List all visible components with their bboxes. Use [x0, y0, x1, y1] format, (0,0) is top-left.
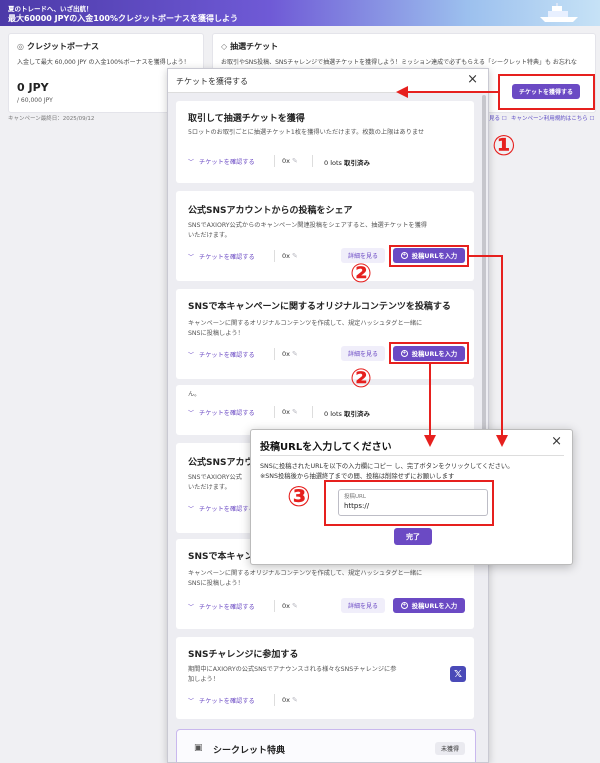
confirm-ticket-toggle[interactable]: ﹀ チケットを確認する: [188, 405, 255, 419]
ticket-count: 0x ✎: [282, 350, 298, 358]
ticket-count: 0x ✎: [282, 252, 298, 260]
ticket-count: 0x ✎: [282, 408, 298, 416]
complete-button[interactable]: 完了: [394, 528, 432, 545]
section-title: 取引して抽選チケットを獲得: [188, 114, 305, 124]
annotation-number-1: ①: [492, 129, 516, 162]
terms-link[interactable]: キャンペーン利用規約はこちら ☐: [511, 114, 594, 122]
credit-bonus-max: / 60,000 JPY: [17, 97, 53, 104]
ticket-count: 0x ✎: [282, 602, 298, 610]
chevron-down-icon: ﹀: [188, 505, 195, 513]
modal-title: チケットを獲得する: [176, 77, 248, 86]
confirm-ticket-toggle[interactable]: ﹀ チケットを確認する: [188, 501, 255, 515]
section-desc: 期間中にAXIORYの公式SNSでアナウンスされる様々なSNSチャレンジに参 加…: [188, 666, 397, 683]
section-desc: キャンペーンに関するオリジナルコンテンツを作成して、規定ハッシュタグと一緒に S…: [188, 320, 423, 337]
annotation-box-url-field: [324, 480, 494, 526]
section-title: SNSで本キャン: [188, 552, 254, 562]
campaign-end-date: キャンペーン最終日：2025/09/12: [8, 116, 95, 122]
ticket-icon: ✎: [291, 696, 298, 704]
annotation-box-get-ticket: [498, 74, 595, 110]
section-desc: SNSでAXIORY公式 いただけます。: [188, 474, 242, 491]
section-title: SNSチャレンジに参加する: [188, 650, 299, 660]
status-badge: 未獲得: [434, 742, 465, 755]
divider: [274, 250, 275, 262]
ticket-icon: ✎: [291, 602, 298, 610]
divider: [312, 155, 313, 167]
confirm-ticket-toggle[interactable]: ﹀ チケットを確認する: [188, 693, 255, 707]
url-modal-note: ※SNS投稿後から抽選終了までの間、投稿は削除せずにお願いします: [260, 473, 455, 480]
secret-bonus-title: シークレット特典: [213, 746, 286, 756]
section-title: 公式SNSアカウ: [188, 458, 254, 468]
divider: [312, 406, 313, 418]
trade-ticket-section: 取引して抽選チケットを獲得 5ロットのお取引ごとに抽選チケット1枚を獲得いただけ…: [176, 101, 474, 183]
chevron-down-icon: ﹀: [188, 253, 195, 261]
url-modal-instructions: SNSに投稿されたURLを以下の入力欄にコピー し、完了ボタンをクリックしてくだ…: [260, 463, 514, 470]
details-button[interactable]: 詳細を見る: [341, 598, 385, 613]
campaign-banner[interactable]: 夏のトレードへ、いざ出航！ 最大60000 JPYの入金100%クレジットボーナ…: [0, 0, 600, 26]
divider: [274, 694, 275, 706]
section-title: SNSで本キャンペーンに関するオリジナルコンテンツを投稿する: [188, 302, 451, 312]
chevron-down-icon: ﹀: [188, 158, 195, 166]
chevron-down-icon: ﹀: [188, 697, 195, 705]
chevron-down-icon: ﹀: [188, 603, 195, 611]
see-more-link[interactable]: 見る ☐: [489, 114, 507, 122]
divider: [274, 406, 275, 418]
divider: [274, 600, 275, 612]
annotation-box-url-button-1: [389, 245, 469, 267]
treasure-chest-icon: ▣: [194, 743, 203, 753]
confirm-ticket-toggle[interactable]: ﹀ チケットを確認する: [188, 347, 255, 361]
section-title: 公式SNSアカウントからの投稿をシェア: [188, 206, 353, 216]
chevron-down-icon: ﹀: [188, 409, 195, 417]
section-desc: ん。: [188, 391, 201, 398]
chevron-down-icon: ﹀: [188, 351, 195, 359]
close-icon[interactable]: ×: [467, 72, 478, 87]
section-desc: キャンペーンに関するオリジナルコンテンツを作成して、規定ハッシュタグと一緒に S…: [188, 570, 423, 587]
ship-icon: [540, 3, 578, 22]
section-desc: 5ロットのお取引ごとに抽選チケット1枚を獲得いただけます。枚数の上限はありませ: [188, 129, 425, 136]
ticket-icon: ✎: [291, 157, 298, 165]
enter-url-button[interactable]: + 投稿URLを入力: [393, 598, 465, 613]
ticket-icon: ✎: [291, 408, 298, 416]
annotation-number-2a: ②: [350, 259, 373, 289]
ticket-count: 0x ✎: [282, 696, 298, 704]
credit-bonus-title: クレジットボーナス: [26, 42, 99, 51]
ticket-count: 0x ✎: [282, 157, 298, 165]
section-desc: SNSでAXIORY公式からのキャンペーン関連投稿をシェアすると、抽選チケットを…: [188, 222, 427, 239]
ticket-icon: ✎: [291, 252, 298, 260]
url-modal-title: 投稿URLを入力してください: [260, 442, 392, 453]
trade-ticket-section-repeat: ん。 ﹀ チケットを確認する 0x ✎ 0 lots 取引済み: [176, 385, 474, 435]
confirm-ticket-toggle[interactable]: ﹀ チケットを確認する: [188, 599, 255, 613]
secret-bonus-card[interactable]: ▣ シークレット特典 未獲得: [176, 729, 476, 762]
annotation-number-3: ③: [287, 480, 311, 513]
plus-icon: +: [400, 602, 408, 609]
banner-title: 最大60000 JPYの入金100%クレジットボーナスを獲得しよう: [8, 14, 238, 23]
modal-header: チケットを獲得する ×: [168, 69, 488, 93]
sns-challenge-section: SNSチャレンジに参加する 期間中にAXIORYの公式SNSでアナウンスされる様…: [176, 637, 474, 719]
banner-subtitle: 夏のトレードへ、いざ出航！: [8, 5, 93, 13]
confirm-ticket-toggle[interactable]: ﹀ チケットを確認する: [188, 154, 255, 168]
confirm-ticket-toggle[interactable]: ﹀ チケットを確認する: [188, 249, 255, 263]
original-content-section: SNSで本キャンペーンに関するオリジナルコンテンツを投稿する キャンペーンに関す…: [176, 289, 474, 379]
target-icon: ◎: [17, 42, 24, 51]
lottery-ticket-title: 抽選チケット: [230, 42, 279, 51]
annotation-box-url-button-2: [389, 342, 469, 364]
divider: [260, 455, 564, 456]
details-button[interactable]: 詳細を見る: [341, 346, 385, 361]
credit-bonus-desc: 入金して最大 60,000 JPY の入金100%ボーナスを獲得しよう！: [17, 59, 190, 66]
tag-icon: ◇: [221, 42, 228, 51]
x-logo-icon[interactable]: 𝕏: [450, 666, 466, 682]
credit-bonus-value: 0 JPY: [17, 81, 49, 94]
lots-traded: 0 lots 取引済み: [324, 410, 370, 418]
get-ticket-modal: チケットを獲得する × 取引して抽選チケットを獲得 5ロットのお取引ごとに抽選チ…: [167, 68, 489, 763]
ticket-icon: ✎: [291, 350, 298, 358]
divider: [274, 155, 275, 167]
divider: [274, 348, 275, 360]
lots-traded: 0 lots 取引済み: [324, 159, 370, 167]
close-icon[interactable]: ×: [551, 434, 562, 449]
share-post-section: 公式SNSアカウントからの投稿をシェア SNSでAXIORY公式からのキャンペー…: [176, 191, 474, 281]
lottery-ticket-desc: お取引やSNS投稿、SNSチャレンジで抽選チケットを獲得しよう！ミッション達成で…: [221, 59, 577, 66]
annotation-number-2b: ②: [350, 364, 373, 394]
